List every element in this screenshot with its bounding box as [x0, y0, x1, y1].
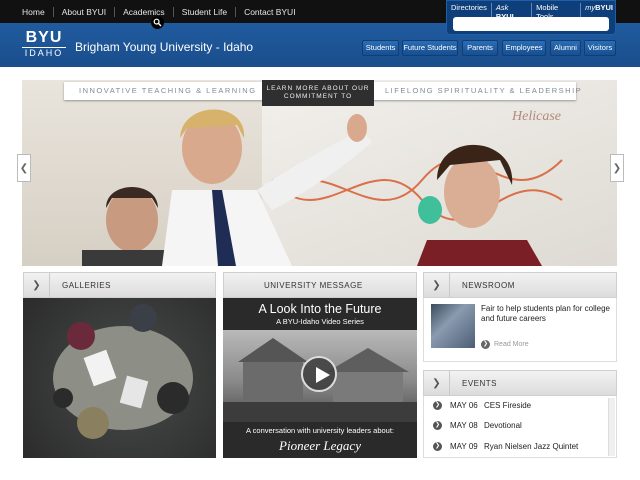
audience-students[interactable]: Students [362, 40, 399, 56]
event-item[interactable]: ❯ MAY 06 CES Fireside [433, 399, 531, 411]
gallery-photo[interactable] [23, 298, 216, 458]
gallery-photo-art [53, 304, 193, 439]
chevron-right-icon: ❯ [433, 420, 442, 430]
events-scrollbar[interactable] [608, 398, 615, 456]
chevron-right-icon: ❯ [24, 273, 50, 297]
events-title: EVENTS [462, 379, 498, 388]
event-name: Ryan Nielsen Jazz Quintet [484, 441, 579, 451]
nav-academics[interactable]: Academics [115, 6, 174, 17]
nav-student-life[interactable]: Student Life [174, 6, 237, 17]
news-headline[interactable]: Fair to help students plan for college a… [481, 304, 613, 324]
chevron-right-icon: ❯ [433, 400, 442, 410]
event-date: MAY 09 [450, 441, 478, 451]
video-subtitle: A BYU-Idaho Video Series [276, 317, 364, 326]
audience-visitors[interactable]: Visitors [584, 40, 616, 56]
tagline-right[interactable]: LIFELONG SPIRITUALITY & LEADERSHIP [385, 86, 582, 95]
university-message-title: UNIVERSITY MESSAGE [264, 281, 363, 290]
search-button[interactable] [151, 16, 164, 29]
newsroom-header[interactable]: ❯ NEWSROOM [423, 272, 617, 298]
play-icon [316, 367, 330, 383]
utility-box: Directories Ask BYUI Mobile Tools myBYUI [446, 0, 616, 35]
play-button[interactable] [301, 356, 337, 392]
logo-line-1: BYU [25, 29, 63, 46]
audience-employees[interactable]: Employees [502, 40, 546, 56]
audience-future-students[interactable]: Future Students [402, 40, 458, 56]
event-name: CES Fireside [484, 400, 532, 410]
tagline-left[interactable]: INNOVATIVE TEACHING & LEARNING [79, 86, 257, 95]
video-caption: A conversation with university leaders a… [246, 426, 394, 435]
logo-line-2: IDAHO [22, 47, 66, 59]
news-thumbnail[interactable] [431, 304, 475, 348]
galleries-header[interactable]: ❯ GALLERIES [23, 272, 216, 298]
chevron-right-icon: ❯ [612, 162, 622, 174]
video-thumbnail[interactable]: A Look Into the Future A BYU-Idaho Video… [223, 298, 417, 458]
hero-next-arrow[interactable]: ❯ [610, 154, 624, 182]
chevron-right-icon: ❯ [424, 273, 450, 297]
nav-contact[interactable]: Contact BYUI [236, 7, 304, 17]
board-text: Helicase [511, 109, 561, 124]
hero-prev-arrow[interactable]: ❮ [17, 154, 31, 182]
search-icon [153, 18, 162, 27]
read-more-link[interactable]: ❯ Read More [481, 340, 529, 349]
event-item[interactable]: ❯ MAY 09 Ryan Nielsen Jazz Quintet [433, 440, 578, 452]
nav-home[interactable]: Home [14, 6, 54, 17]
event-date: MAY 08 [450, 420, 478, 430]
galleries-title: GALLERIES [62, 281, 111, 290]
video-title: A Look Into the Future [258, 302, 382, 316]
site-title[interactable]: Brigham Young University - Idaho [75, 40, 253, 54]
events-header[interactable]: ❯ EVENTS [423, 370, 617, 396]
audience-alumni[interactable]: Alumni [550, 40, 581, 56]
chevron-right-icon: ❯ [433, 441, 442, 451]
chevron-left-icon: ❮ [19, 162, 29, 174]
chevron-right-icon: ❯ [481, 340, 490, 349]
event-item[interactable]: ❯ MAY 08 Devotional [433, 419, 522, 431]
hero-photo: Helicase [82, 109, 563, 266]
byui-logo[interactable]: BYU IDAHO [22, 30, 66, 59]
hero-banner-image[interactable]: Helicase [22, 80, 617, 266]
audience-parents[interactable]: Parents [462, 40, 498, 56]
search-input[interactable] [453, 17, 609, 31]
nav-about[interactable]: About BYUI [54, 6, 116, 17]
chevron-right-icon: ❯ [424, 371, 450, 395]
event-date: MAY 06 [450, 400, 478, 410]
newsroom-title: NEWSROOM [462, 281, 515, 290]
university-message-header[interactable]: UNIVERSITY MESSAGE [223, 272, 417, 298]
read-more-label: Read More [494, 341, 529, 348]
video-name: Pioneer Legacy [279, 438, 361, 453]
learn-more-button[interactable]: LEARN MORE ABOUT OUR COMMITMENT TO [262, 80, 374, 106]
event-name: Devotional [484, 420, 522, 430]
